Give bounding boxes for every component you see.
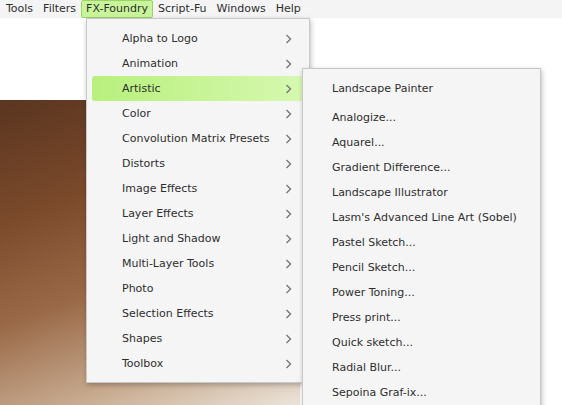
menu-bar-label: Tools (6, 2, 33, 15)
submenu-item-label: Analogize... (332, 111, 396, 124)
submenu-item[interactable]: Aquarel... (307, 130, 536, 155)
submenu-item-label: Landscape Illustrator (332, 186, 448, 199)
menu-item-label: Color (122, 107, 151, 120)
menu-item-label: Shapes (122, 332, 162, 345)
chevron-right-icon (285, 109, 292, 119)
menu-item[interactable]: Animation (92, 51, 304, 76)
menu-bar-label: Windows (217, 2, 266, 15)
chevron-right-icon (285, 359, 292, 369)
chevron-right-icon (285, 34, 292, 44)
menu-item[interactable]: Shapes (92, 326, 304, 351)
menu-item-label: Light and Shadow (122, 232, 221, 245)
menu-item[interactable]: Distorts (92, 151, 304, 176)
submenu-item[interactable]: Analogize... (307, 105, 536, 130)
submenu-item-label: Pencil Sketch... (332, 261, 415, 274)
menu-bar-label: Script-Fu (158, 2, 207, 15)
menu-bar-item[interactable]: Windows (212, 0, 271, 18)
chevron-right-icon (285, 259, 292, 269)
submenu-item[interactable]: Gradient Difference... (307, 155, 536, 180)
menu-item[interactable]: Multi-Layer Tools (92, 251, 304, 276)
menu-bar-label: Help (276, 2, 301, 15)
menu-bar-label: Filters (43, 2, 76, 15)
menu-item-label: Layer Effects (122, 207, 194, 220)
chevron-right-icon (285, 334, 292, 344)
menu-item[interactable]: Image Effects (92, 176, 304, 201)
submenu-item[interactable]: Power Toning... (307, 280, 536, 305)
menu-bar-label: FX-Foundry (86, 2, 148, 15)
chevron-right-icon (285, 84, 292, 94)
submenu-item[interactable]: Lasm's Advanced Line Art (Sobel) (307, 205, 536, 230)
menu-item-label: Photo (122, 282, 153, 295)
submenu-item-label: Gradient Difference... (332, 161, 451, 174)
menu-item[interactable]: Artistic (92, 76, 304, 101)
menu-item-label: Selection Effects (122, 307, 214, 320)
submenu-item[interactable]: Quick sketch... (307, 330, 536, 355)
submenu-item[interactable]: Landscape Painter (307, 76, 536, 101)
submenu-item[interactable]: Pastel Sketch... (307, 230, 536, 255)
submenu-item[interactable]: Pencil Sketch... (307, 255, 536, 280)
menu-item-label: Multi-Layer Tools (122, 257, 214, 270)
chevron-right-icon (285, 209, 292, 219)
submenu-item-label: Landscape Painter (332, 82, 433, 95)
menu-item-label: Animation (122, 57, 178, 70)
submenu-item-label: Pastel Sketch... (332, 236, 416, 249)
fx-foundry-menu: Alpha to Logo Animation Artistic Color Convo… (86, 18, 310, 383)
chevron-right-icon (285, 159, 292, 169)
submenu-item-label: Sepoina Graf-ix... (332, 386, 427, 399)
menu-item-label: Image Effects (122, 182, 197, 195)
menu-item[interactable]: Photo (92, 276, 304, 301)
menu-item[interactable]: Alpha to Logo (92, 26, 304, 51)
menu-item[interactable]: Layer Effects (92, 201, 304, 226)
menu-bar-item[interactable]: FX-Foundry (81, 0, 153, 18)
submenu-item-label: Power Toning... (332, 286, 415, 299)
menu-item-label: Artistic (122, 82, 161, 95)
menu-bar-item[interactable]: Help (271, 0, 306, 18)
menu-item-label: Convolution Matrix Presets (122, 132, 269, 145)
chevron-right-icon (285, 234, 292, 244)
menu-item[interactable]: Toolbox (92, 351, 304, 376)
submenu-item-label: Quick sketch... (332, 336, 413, 349)
menu-item[interactable]: Selection Effects (92, 301, 304, 326)
menu-item-label: Alpha to Logo (122, 32, 198, 45)
menu-item-label: Distorts (122, 157, 165, 170)
chevron-right-icon (285, 184, 292, 194)
submenu-item-label: Lasm's Advanced Line Art (Sobel) (332, 211, 517, 224)
chevron-right-icon (285, 284, 292, 294)
artistic-submenu: Landscape Painter Analogize... Aquarel... G… (302, 68, 541, 405)
chevron-right-icon (285, 309, 292, 319)
chevron-right-icon (285, 134, 292, 144)
submenu-item[interactable]: Radial Blur... (307, 355, 536, 380)
submenu-item[interactable]: Press print... (307, 305, 536, 330)
chevron-right-icon (285, 59, 292, 69)
menu-item[interactable]: Convolution Matrix Presets (92, 126, 304, 151)
menu-item[interactable]: Color (92, 101, 304, 126)
menu-bar-item[interactable]: Script-Fu (153, 0, 212, 18)
submenu-item[interactable]: Sepoina Graf-ix... (307, 380, 536, 405)
submenu-item-label: Press print... (332, 311, 401, 324)
submenu-item-label: Aquarel... (332, 136, 385, 149)
menu-bar-item[interactable]: Tools (1, 0, 38, 18)
menu-item[interactable]: Light and Shadow (92, 226, 304, 251)
menu-bar: Tools Filters FX-Foundry Script-Fu Windows He… (0, 0, 562, 18)
menu-item-label: Toolbox (122, 357, 163, 370)
submenu-item[interactable]: Landscape Illustrator (307, 180, 536, 205)
submenu-item-label: Radial Blur... (332, 361, 401, 374)
menu-bar-item[interactable]: Filters (38, 0, 81, 18)
